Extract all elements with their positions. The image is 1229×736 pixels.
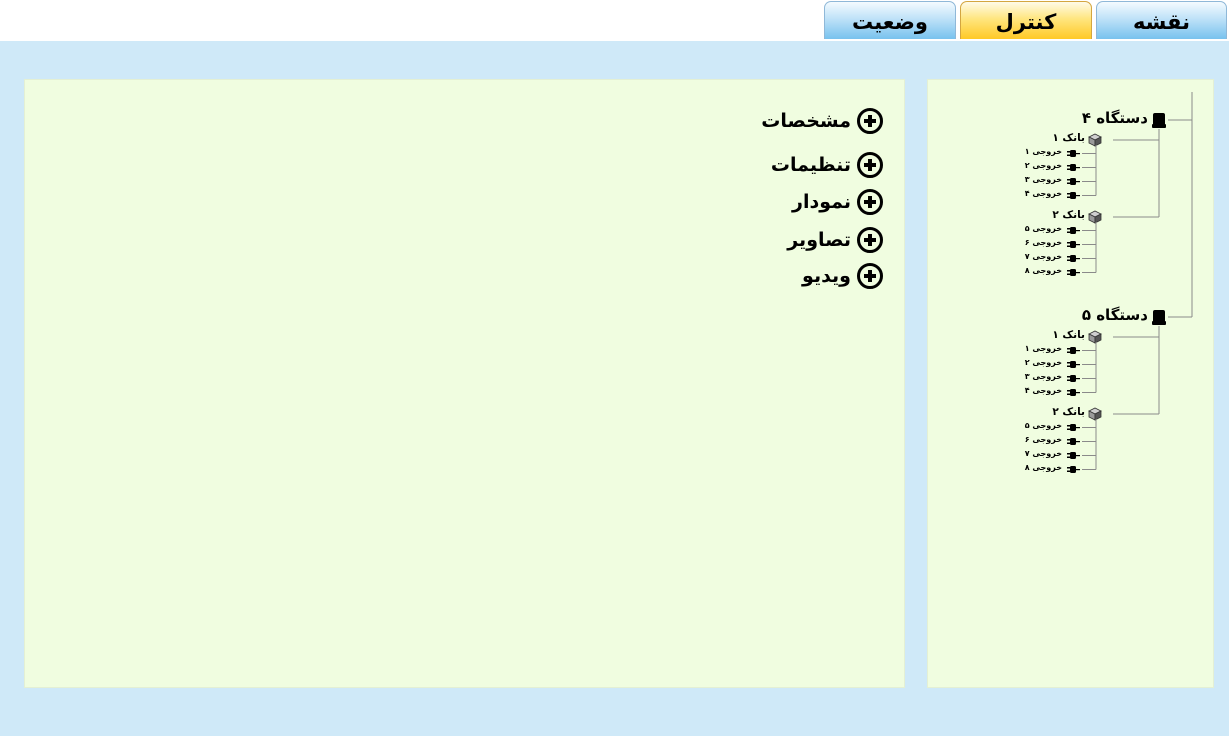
plug-icon [1067, 227, 1080, 234]
tree-output[interactable]: خروجی ۸ [1025, 266, 1062, 275]
tree-output[interactable]: خروجی ۴ [1025, 189, 1062, 198]
tree-output[interactable]: خروجی ۶ [1025, 238, 1062, 247]
plug-icon [1067, 389, 1080, 396]
plus-circle-icon [857, 227, 883, 253]
tree-bank[interactable]: بانک ۲ [1052, 406, 1085, 418]
box-icon [1088, 407, 1102, 421]
tab-map-label: نقشه [1132, 9, 1191, 34]
accordion-section-label: نمودار [792, 191, 851, 213]
accordion-section[interactable]: تنظیمات [771, 151, 883, 179]
main-area: دستگاه ۴ بانک ۱ خروجی ۱ خروجی ۲ خروجی ۳ خروجی… [0, 41, 1229, 736]
plus-circle-icon [857, 152, 883, 178]
tree-bank[interactable]: بانک ۲ [1052, 209, 1085, 221]
plug-icon [1067, 255, 1080, 262]
tree-output[interactable]: خروجی ۳ [1025, 175, 1062, 184]
tree-bank[interactable]: بانک ۱ [1052, 329, 1085, 341]
tab-control-label: کنترل [995, 9, 1057, 34]
plug-icon [1067, 241, 1080, 248]
tree-output[interactable]: خروجی ۵ [1025, 224, 1062, 233]
tree-output[interactable]: خروجی ۳ [1025, 372, 1062, 381]
tab-map[interactable]: نقشه [1096, 1, 1227, 39]
tab-status[interactable]: وضعیت [824, 1, 956, 39]
tree-output[interactable]: خروجی ۶ [1025, 435, 1062, 444]
tree-output[interactable]: خروجی ۱ [1025, 147, 1062, 156]
plug-icon [1067, 192, 1080, 199]
plug-icon [1067, 150, 1080, 157]
tree-output[interactable]: خروجی ۴ [1025, 386, 1062, 395]
device-icon [1152, 310, 1166, 325]
tree-output[interactable]: خروجی ۲ [1025, 358, 1062, 367]
tree-device[interactable]: دستگاه ۵ [1082, 306, 1148, 324]
box-icon [1088, 133, 1102, 147]
accordion-section[interactable]: نمودار [792, 188, 883, 216]
tab-status-label: وضعیت [851, 9, 928, 34]
plug-icon [1067, 361, 1080, 368]
tree-output[interactable]: خروجی ۷ [1025, 252, 1062, 261]
accordion-section[interactable]: ویدیو [802, 262, 883, 290]
tree-bank[interactable]: بانک ۱ [1052, 132, 1085, 144]
tree-connector-lines [1067, 92, 1193, 473]
app-root: نقشه کنترل وضعیت دستگاه ۴ بانک ۱ خروجی ۱ خر… [0, 0, 1229, 736]
accordion-section-label: مشخصات [761, 110, 851, 132]
box-icon [1088, 330, 1102, 344]
plug-icon [1067, 466, 1080, 473]
box-icon [1088, 210, 1102, 224]
plug-icon [1067, 164, 1080, 171]
accordion-section-label: تصاویر [787, 229, 851, 251]
control-details-panel: مشخصات تنظیمات نمودار تصاویر ویدیو [24, 79, 905, 688]
accordion-section[interactable]: مشخصات [761, 107, 883, 135]
tree-output[interactable]: خروجی ۷ [1025, 449, 1062, 458]
tree-output[interactable]: خروجی ۱ [1025, 344, 1062, 353]
device-tree-panel: دستگاه ۴ بانک ۱ خروجی ۱ خروجی ۲ خروجی ۳ خروجی… [927, 79, 1214, 688]
device-icon [1152, 113, 1166, 128]
tree-output[interactable]: خروجی ۲ [1025, 161, 1062, 170]
accordion-section-label: ویدیو [802, 265, 851, 287]
tree-output[interactable]: خروجی ۵ [1025, 421, 1062, 430]
plug-icon [1067, 375, 1080, 382]
plus-circle-icon [857, 108, 883, 134]
tab-bar: نقشه کنترل وضعیت [0, 0, 1229, 41]
plug-icon [1067, 438, 1080, 445]
plus-circle-icon [857, 263, 883, 289]
accordion-section-label: تنظیمات [770, 154, 851, 176]
tab-control[interactable]: کنترل [960, 1, 1092, 39]
plug-icon [1067, 178, 1080, 185]
plug-icon [1067, 347, 1080, 354]
plug-icon [1067, 424, 1080, 431]
tree-device[interactable]: دستگاه ۴ [1082, 109, 1148, 127]
accordion-section[interactable]: تصاویر [787, 226, 883, 254]
plug-icon [1067, 452, 1080, 459]
tree-output[interactable]: خروجی ۸ [1025, 463, 1062, 472]
plus-circle-icon [857, 189, 883, 215]
plug-icon [1067, 269, 1080, 276]
